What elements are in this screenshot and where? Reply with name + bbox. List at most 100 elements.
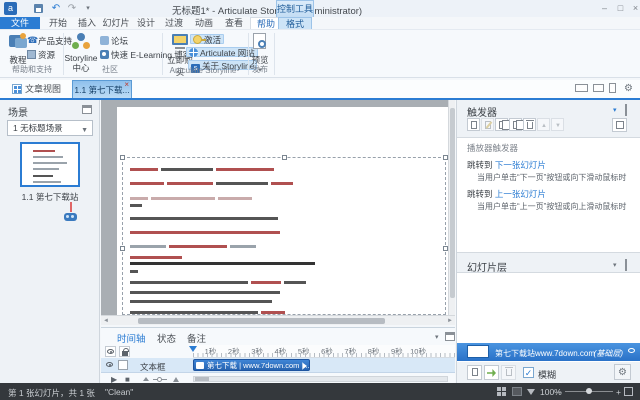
- lock-all-icon[interactable]: [119, 346, 130, 357]
- qat-dropdown-icon[interactable]: ▾: [82, 3, 94, 14]
- timeline-collapse-icon[interactable]: [445, 332, 455, 341]
- paste-trigger-button[interactable]: [509, 118, 522, 131]
- layer-name: 第七下载站www.7down.com: [495, 348, 595, 359]
- slide-canvas: ◄ ►: [101, 100, 455, 315]
- tutorials-icon: [8, 32, 28, 52]
- zoom-slider-thumb[interactable]: [586, 388, 592, 394]
- timeline-dropdown-icon[interactable]: ▾: [435, 333, 439, 341]
- scroll-right-icon[interactable]: ►: [447, 318, 453, 324]
- playhead-icon[interactable]: [189, 346, 197, 352]
- trigger-target-link[interactable]: 下一张幻灯片: [495, 160, 546, 170]
- timeline-panel: 时间轴 状态 备注 ▾ 1秒2秒3秒4秒5秒6秒7秒8秒9秒10秒 文本框 第七…: [101, 327, 455, 383]
- community-icon: [71, 32, 91, 52]
- story-view-button[interactable]: 文章视图: [12, 82, 61, 96]
- timeline-object-row[interactable]: 文本框 第七下载 | www.7down.com | ...: [101, 358, 455, 373]
- layers-dropdown-icon[interactable]: ▾: [613, 261, 617, 269]
- show-all-eye-icon[interactable]: [105, 346, 116, 357]
- close-button[interactable]: ×: [629, 2, 640, 14]
- canvas-vertical-scrollbar[interactable]: [448, 100, 455, 315]
- layer-eye-icon[interactable]: [628, 348, 637, 355]
- panel-collapse-icon[interactable]: [82, 105, 92, 114]
- triggers-collapse-icon[interactable]: [625, 104, 627, 116]
- copy-trigger-button[interactable]: [495, 118, 508, 131]
- slide-surface[interactable]: [117, 107, 448, 315]
- timeline-ruler[interactable]: 1秒2秒3秒4秒5秒6秒7秒8秒9秒10秒: [193, 345, 455, 358]
- view-tab-bar: 文章视图 1.1 第七下载...× ⚙: [0, 80, 640, 98]
- tab-design[interactable]: 设计: [132, 17, 160, 29]
- globe-icon: [189, 48, 198, 57]
- forums-button[interactable]: 论坛: [100, 36, 128, 46]
- tab-transitions[interactable]: 过渡: [160, 17, 188, 29]
- zoom-out-small-icon[interactable]: [143, 377, 149, 381]
- layers-toolbar: ✓ 模糊 ⚙: [457, 363, 640, 383]
- duplicate-layer-button[interactable]: [484, 365, 499, 380]
- redo-icon[interactable]: ↷: [66, 3, 78, 14]
- tab-slides[interactable]: 幻灯片: [100, 17, 132, 29]
- laptop-preview-icon[interactable]: [575, 84, 588, 92]
- canvas-horizontal-scrollbar[interactable]: ◄ ►: [101, 315, 455, 325]
- activate-button[interactable]: 激活: [190, 34, 224, 44]
- save-icon[interactable]: [34, 4, 43, 13]
- minimize-button[interactable]: –: [598, 2, 611, 14]
- trigger-item[interactable]: 跳转到 下一张幻灯片: [457, 156, 640, 171]
- resize-handle[interactable]: [120, 155, 125, 160]
- move-trigger-down-button[interactable]: ▼: [551, 118, 564, 131]
- trigger-target-link[interactable]: 上一张幻灯片: [495, 189, 546, 199]
- layer-gear-icon[interactable]: ⚙: [614, 364, 631, 380]
- story-view-icon[interactable]: [497, 387, 507, 396]
- object-checkbox[interactable]: [118, 360, 128, 370]
- maximize-button[interactable]: □: [614, 2, 627, 14]
- fit-to-window-icon[interactable]: [624, 387, 633, 396]
- new-trigger-button[interactable]: [467, 118, 480, 131]
- tab-timeline[interactable]: 时间轴: [117, 331, 146, 345]
- timeline-object-bar[interactable]: 第七下载 | www.7down.com | ...: [193, 359, 310, 371]
- zoom-out-icon[interactable]: −: [557, 387, 562, 397]
- object-label: 文本框: [140, 361, 166, 373]
- trigger-item[interactable]: 跳转到 上一张幻灯片: [457, 185, 640, 200]
- new-layer-button[interactable]: [467, 365, 482, 380]
- move-trigger-up-button[interactable]: ▲: [537, 118, 550, 131]
- tab-close-icon[interactable]: ×: [124, 81, 129, 89]
- manage-project-variables-button[interactable]: [612, 118, 627, 132]
- tablet-portrait-icon[interactable]: [609, 83, 616, 93]
- resize-handle[interactable]: [120, 246, 125, 251]
- scenes-panel: 场景 1 无标题场景▼ 1.1 第七下载站: [0, 100, 100, 383]
- key-icon: [193, 35, 202, 44]
- object-eye-icon[interactable]: [105, 360, 116, 371]
- tab-view[interactable]: 查看: [220, 17, 248, 29]
- slide-tab[interactable]: 1.1 第七下载...×: [72, 80, 132, 98]
- edit-trigger-button[interactable]: [481, 118, 494, 131]
- tablet-landscape-icon[interactable]: [593, 84, 604, 92]
- zoom-in-icon[interactable]: +: [616, 387, 621, 397]
- title-bar: a ↶ ↷ ▾ 无标题1* - Articulate Storyline (Ad…: [0, 0, 640, 17]
- app-icon[interactable]: a: [4, 2, 17, 15]
- scene-select-dropdown[interactable]: 1 无标题场景▼: [7, 120, 93, 136]
- base-layer-row[interactable]: 第七下载站www.7down.com (基础层): [457, 343, 640, 361]
- tab-file[interactable]: 文件: [0, 17, 40, 29]
- layers-collapse-icon[interactable]: [625, 259, 627, 271]
- resize-handle[interactable]: [282, 155, 287, 160]
- undo-icon[interactable]: ↶: [50, 3, 62, 14]
- delete-layer-button[interactable]: [501, 365, 516, 380]
- resources-button[interactable]: 资源: [27, 50, 55, 60]
- player-settings-gear-icon[interactable]: ⚙: [624, 83, 635, 94]
- ribbon-help: 教程 产品支持 资源 帮助和支持 Storyline 中心 论坛 快速 E-Le…: [0, 29, 640, 78]
- timeline-scrollbar[interactable]: [193, 376, 448, 382]
- triggers-panel-title: 触发器: [467, 104, 497, 119]
- triggers-dropdown-icon[interactable]: ▾: [613, 106, 617, 114]
- tab-home[interactable]: 开始: [44, 17, 72, 29]
- tab-states[interactable]: 状态: [157, 331, 176, 345]
- tab-notes[interactable]: 备注: [187, 331, 206, 345]
- feedback-icon[interactable]: [527, 389, 535, 395]
- scroll-left-icon[interactable]: ◄: [103, 318, 109, 324]
- slide-thumbnail[interactable]: [20, 142, 80, 187]
- tab-insert[interactable]: 插入: [74, 17, 100, 29]
- tab-animations[interactable]: 动画: [190, 17, 218, 29]
- slide-view-icon[interactable]: [512, 387, 522, 396]
- scenes-panel-title: 场景: [8, 104, 28, 119]
- timeline-zoom-knob[interactable]: [157, 377, 162, 382]
- dim-layers-checkbox[interactable]: ✓: [523, 367, 534, 378]
- delete-trigger-button[interactable]: [523, 118, 536, 131]
- zoom-in-large-icon[interactable]: [173, 377, 179, 382]
- tab-format[interactable]: 格式: [278, 17, 312, 29]
